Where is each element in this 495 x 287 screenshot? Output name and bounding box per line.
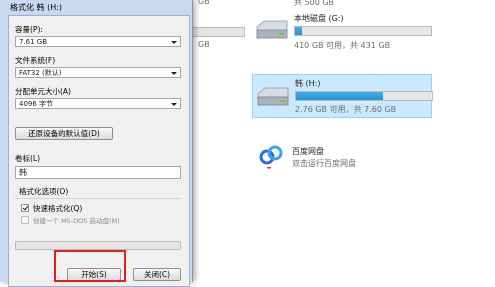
allocation-unit-select[interactable]: 4096 字节: [15, 98, 181, 109]
capacity-label: 容量(P):: [15, 25, 43, 34]
drive-size-text-partial: GB: [198, 0, 210, 6]
drive-usage-fill: [295, 27, 302, 35]
drive-size-text-partial: 共 500 GB: [294, 0, 335, 7]
msdos-startup-checkbox[interactable]: [21, 216, 29, 224]
drive-g[interactable]: 本地磁盘 (G:) 410 GB 可用，共 431 GB: [254, 13, 434, 53]
drive-size-text: 410 GB 可用，共 431 GB: [294, 41, 391, 50]
format-progress-bar: [15, 241, 181, 250]
chevron-down-icon: [171, 41, 177, 44]
allocation-unit-value: 4096 字节: [19, 100, 54, 108]
drive-h[interactable]: 韩 (H:) 2.76 GB 可用，共 7.60 GB: [252, 74, 433, 118]
filesystem-select[interactable]: FAT32 (默认): [15, 67, 181, 78]
baidu-netdisk-icon: [259, 145, 283, 169]
quick-format-label: 快速格式化(Q): [33, 204, 83, 213]
allocation-unit-label: 分配单元大小(A): [15, 87, 71, 96]
filesystem-value: FAT32 (默认): [19, 69, 62, 77]
restore-defaults-button[interactable]: 还原设备的默认值(D): [15, 127, 113, 140]
chevron-down-icon: [171, 72, 177, 75]
start-button-highlight: [54, 250, 126, 282]
dialog-titlebar[interactable]: 格式化 韩 (H:): [0, 0, 192, 16]
item-subtitle: 双击运行百度网盘: [292, 159, 356, 168]
capacity-select[interactable]: 7.61 GB: [15, 36, 181, 47]
drive-name: 本地磁盘 (G:): [294, 14, 344, 23]
removable-drive-icon: [257, 87, 289, 106]
dialog-body: 容量(P): 7.61 GB 文件系统(F) FAT32 (默认) 分配单元大小…: [8, 15, 190, 287]
capacity-value: 7.61 GB: [19, 38, 48, 46]
quick-format-checkbox[interactable]: [21, 204, 29, 212]
hard-drive-icon: [256, 20, 288, 39]
close-button[interactable]: 关闭(C): [133, 268, 181, 281]
format-dialog: 格式化 韩 (H:) 容量(P): 7.61 GB 文件系统(F) FAT32 …: [0, 0, 193, 287]
drive-usage-bar: [295, 91, 433, 101]
drive-size-text-partial: GB: [198, 40, 210, 49]
item-name: 百度网盘: [292, 147, 324, 156]
filesystem-label: 文件系统(F): [15, 56, 56, 65]
volume-label-label: 卷标(L): [15, 154, 41, 163]
msdos-startup-label: 创建一个 MS-DOS 启动盘(M): [33, 217, 120, 225]
dialog-title: 格式化 韩 (H:): [10, 3, 63, 12]
drive-usage-bar: [294, 26, 432, 36]
format-options-label: 格式化选项(O): [19, 187, 69, 196]
drive-size-text: 2.76 GB 可用，共 7.60 GB: [295, 105, 397, 114]
options-divider: [15, 198, 181, 199]
baidu-netdisk-item[interactable]: 百度网盘 双击运行百度网盘: [256, 141, 436, 177]
drive-usage-fill: [296, 92, 384, 100]
chevron-down-icon: [171, 103, 177, 106]
volume-label-input[interactable]: 韩: [15, 166, 181, 179]
drive-name: 韩 (H:): [295, 79, 321, 88]
drive-usage-bar-partial: [188, 27, 245, 37]
